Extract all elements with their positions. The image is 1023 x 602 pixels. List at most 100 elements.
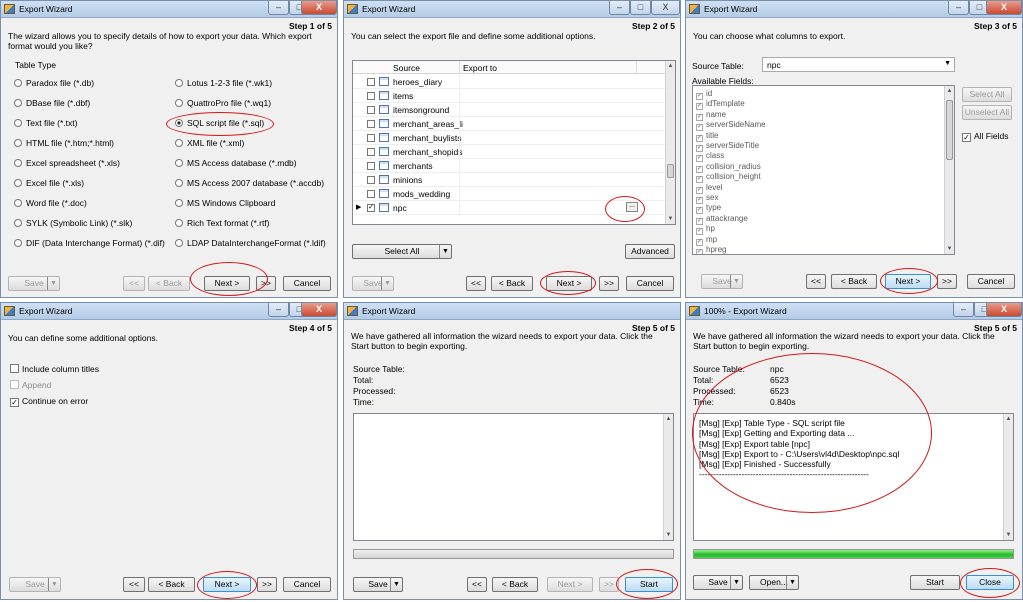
list-scrollbar[interactable]: ▲ ▼ <box>665 61 675 224</box>
back-button[interactable]: < Back <box>148 276 190 291</box>
first-button[interactable]: << <box>466 276 486 291</box>
chevron-down-icon[interactable]: ▼ <box>439 245 451 258</box>
close-window-button[interactable]: X <box>301 1 337 15</box>
advanced-button[interactable]: Advanced <box>625 244 675 259</box>
table-row[interactable]: heroes_diary <box>353 75 666 89</box>
cancel-button[interactable]: Cancel <box>283 276 331 291</box>
save-button[interactable]: Save ▼ <box>352 276 394 291</box>
column-header-export-to[interactable]: Export to <box>463 63 497 73</box>
back-button[interactable]: < Back <box>491 276 533 291</box>
format-radio-option[interactable]: Paradox file (*.db) <box>14 78 94 88</box>
minimize-button[interactable]: – <box>268 303 289 317</box>
all-fields-checkbox[interactable]: ✓ All Fields <box>962 131 1008 142</box>
title-bar[interactable]: Export Wizard – □ X <box>1 1 337 18</box>
row-checkbox[interactable] <box>367 176 375 184</box>
scroll-thumb[interactable] <box>946 100 953 160</box>
select-all-button[interactable]: Select All <box>962 87 1012 102</box>
back-button[interactable]: < Back <box>831 274 877 289</box>
format-radio-option[interactable]: Word file (*.doc) <box>14 198 87 208</box>
cancel-button[interactable]: Cancel <box>283 577 331 592</box>
close-window-button[interactable]: X <box>301 303 337 317</box>
chevron-down-icon[interactable]: ▼ <box>786 576 798 589</box>
format-radio-option[interactable]: Excel spreadsheet (*.xls) <box>14 158 120 168</box>
save-button[interactable]: Save ▼ <box>8 276 60 291</box>
log-scrollbar[interactable]: ▲ ▼ <box>1003 414 1013 540</box>
first-button[interactable]: << <box>123 276 145 291</box>
list-scrollbar[interactable]: ▲ ▼ <box>944 86 954 254</box>
field-checkbox[interactable]: ✓ hpreg <box>696 244 726 254</box>
scroll-down-icon[interactable]: ▼ <box>666 214 675 224</box>
row-checkbox[interactable]: ✓ <box>367 204 375 212</box>
close-window-button[interactable]: X <box>986 1 1022 15</box>
scroll-down-icon[interactable]: ▼ <box>1004 530 1013 540</box>
format-radio-option[interactable]: MS Windows Clipboard <box>175 198 275 208</box>
first-button[interactable]: << <box>123 577 145 592</box>
next-button[interactable]: Next > <box>547 577 593 592</box>
fields-list[interactable]: ✓ id ✓ idTemplate ✓ name ✓ serverSideName ✓ title… <box>692 85 955 255</box>
chevron-down-icon[interactable]: ▼ <box>381 277 393 290</box>
table-row[interactable]: merchant_shopids <box>353 145 666 159</box>
chevron-down-icon[interactable]: ▼ <box>730 275 742 288</box>
table-row[interactable]: minions <box>353 173 666 187</box>
format-radio-option[interactable]: Rich Text format (*.rtf) <box>175 218 270 228</box>
title-bar[interactable]: 100% - Export Wizard – □ X <box>686 303 1022 320</box>
cancel-button[interactable]: Cancel <box>967 274 1015 289</box>
minimize-button[interactable]: – <box>948 1 969 15</box>
format-radio-option[interactable]: MS Access 2007 database (*.accdb) <box>175 178 324 188</box>
format-radio-option[interactable]: DBase file (*.dbf) <box>14 98 90 108</box>
format-radio-option[interactable]: Excel file (*.xls) <box>14 178 84 188</box>
save-button[interactable]: Save ▼ <box>693 575 743 590</box>
first-button[interactable]: << <box>806 274 826 289</box>
table-row[interactable]: items <box>353 89 666 103</box>
save-button[interactable]: Save ▼ <box>353 577 403 592</box>
scroll-down-icon[interactable]: ▼ <box>664 530 673 540</box>
format-radio-option[interactable]: Text file (*.txt) <box>14 118 77 128</box>
format-radio-option[interactable]: MS Access database (*.mdb) <box>175 158 297 168</box>
title-bar[interactable]: Export Wizard – □ X <box>1 303 337 320</box>
minimize-button[interactable]: – <box>268 1 289 15</box>
save-button[interactable]: Save ▼ <box>701 274 743 289</box>
chevron-down-icon[interactable]: ▼ <box>730 576 742 589</box>
format-radio-option[interactable]: HTML file (*.htm;*.html) <box>14 138 114 148</box>
start-button[interactable]: Start <box>910 575 960 590</box>
first-button[interactable]: << <box>467 577 487 592</box>
format-radio-option[interactable]: Lotus 1-2-3 file (*.wk1) <box>175 78 272 88</box>
open-button[interactable]: Open... ▼ <box>749 575 799 590</box>
row-checkbox[interactable] <box>367 120 375 128</box>
table-row[interactable]: itemsonground <box>353 103 666 117</box>
minimize-button[interactable]: – <box>609 1 630 15</box>
row-checkbox[interactable] <box>367 148 375 156</box>
scroll-up-icon[interactable]: ▲ <box>1004 414 1013 424</box>
scroll-thumb[interactable] <box>667 164 674 178</box>
cancel-button[interactable]: Cancel <box>626 276 674 291</box>
back-button[interactable]: < Back <box>148 577 195 592</box>
row-checkbox[interactable] <box>367 92 375 100</box>
title-bar[interactable]: Export Wizard <box>344 303 680 320</box>
chevron-down-icon[interactable]: ▼ <box>944 60 951 67</box>
log-scrollbar[interactable]: ▲ ▼ <box>663 414 673 540</box>
last-button[interactable]: >> <box>937 274 957 289</box>
continue-on-error-checkbox[interactable]: ✓ Continue on error <box>10 396 88 407</box>
close-window-button[interactable]: X <box>986 303 1022 317</box>
column-header-source[interactable]: Source <box>393 63 420 73</box>
table-row[interactable]: merchant_buylists <box>353 131 666 145</box>
row-checkbox[interactable] <box>367 106 375 114</box>
unselect-all-button[interactable]: Unselect All <box>962 105 1012 120</box>
last-button[interactable]: >> <box>257 577 277 592</box>
row-checkbox[interactable] <box>367 162 375 170</box>
log-area[interactable]: ▲ ▼ <box>353 413 674 541</box>
row-checkbox[interactable] <box>367 190 375 198</box>
chevron-down-icon[interactable]: ▼ <box>48 578 60 591</box>
format-radio-option[interactable]: LDAP DataInterchangeFormat (*.ldif) <box>175 238 326 248</box>
source-table-select[interactable]: npc ▼ <box>762 57 955 72</box>
select-all-button[interactable]: Select All ▼ <box>352 244 452 259</box>
chevron-down-icon[interactable]: ▼ <box>390 578 402 591</box>
maximize-button[interactable]: □ <box>630 1 651 15</box>
format-radio-option[interactable]: QuattroPro file (*.wq1) <box>175 98 271 108</box>
scroll-up-icon[interactable]: ▲ <box>666 61 675 71</box>
include-column-titles-checkbox[interactable]: Include column titles <box>10 364 99 374</box>
row-checkbox[interactable] <box>367 78 375 86</box>
table-row[interactable]: merchants <box>353 159 666 173</box>
format-radio-option[interactable]: XML file (*.xml) <box>175 138 244 148</box>
back-button[interactable]: < Back <box>492 577 538 592</box>
